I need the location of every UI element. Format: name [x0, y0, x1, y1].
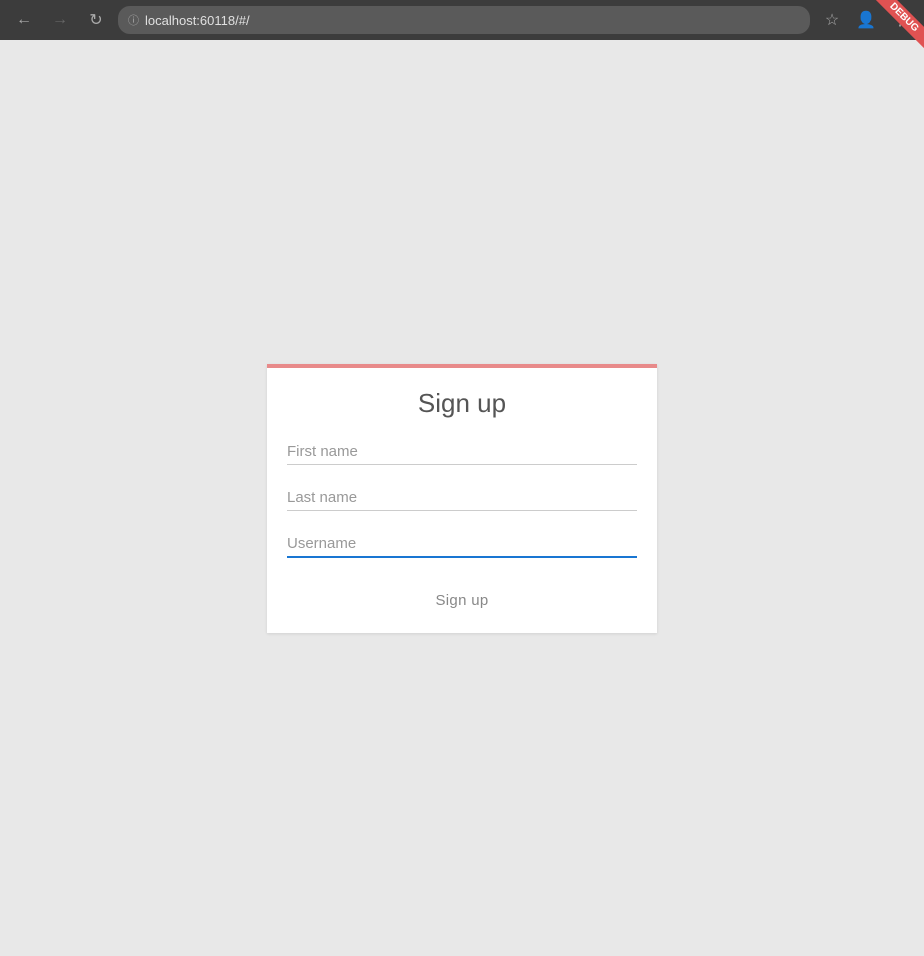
profile-button[interactable]: 👤: [852, 6, 880, 34]
url-text: localhost:60118/#/: [145, 13, 250, 28]
address-bar[interactable]: ⓘ localhost:60118/#/: [118, 6, 810, 34]
first-name-field: [287, 435, 637, 465]
first-name-input[interactable]: [287, 435, 637, 465]
forward-button[interactable]: →: [46, 6, 74, 34]
bookmark-button[interactable]: ☆: [818, 6, 846, 34]
reload-button[interactable]: ↻: [82, 6, 110, 34]
last-name-field: [287, 481, 637, 511]
browser-chrome: ← → ↻ ⓘ localhost:60118/#/ ☆ 👤 ⋮: [0, 0, 924, 40]
browser-actions: ☆ 👤 ⋮: [818, 6, 914, 34]
last-name-input[interactable]: [287, 481, 637, 511]
menu-button[interactable]: ⋮: [886, 6, 914, 34]
page-content: Sign up Sign up: [0, 40, 924, 956]
page-title: Sign up: [267, 368, 657, 435]
signup-button[interactable]: Sign up: [416, 584, 509, 617]
username-input[interactable]: [287, 527, 637, 558]
lock-icon: ⓘ: [128, 12, 139, 28]
submit-container: Sign up: [267, 574, 657, 633]
form-fields: [267, 435, 657, 558]
username-field: [287, 527, 637, 558]
back-button[interactable]: ←: [10, 6, 38, 34]
signup-card: Sign up Sign up: [267, 364, 657, 633]
